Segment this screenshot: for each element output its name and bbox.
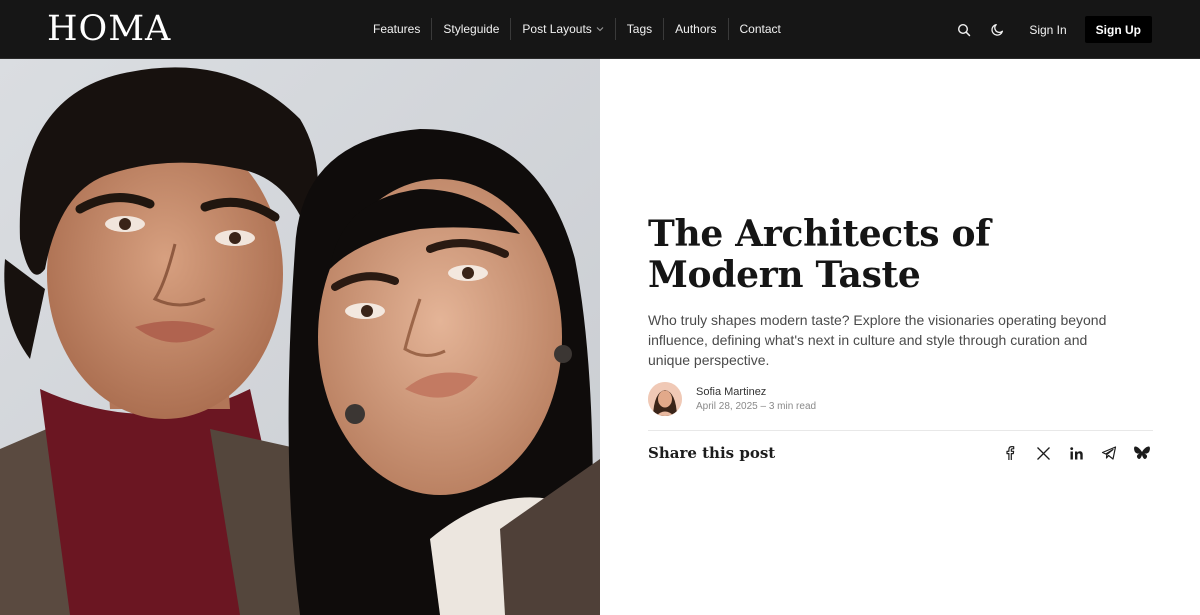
- nav-item-label: Authors: [675, 22, 717, 36]
- header-actions: Sign In Sign Up: [951, 16, 1152, 43]
- post-meta: April 28, 2025 – 3 min read: [696, 400, 817, 412]
- nav-item-label: Styleguide: [443, 22, 500, 36]
- search-icon[interactable]: [951, 17, 977, 43]
- sign-up-button[interactable]: Sign Up: [1084, 16, 1152, 43]
- nav-item-post-layouts[interactable]: Post Layouts: [510, 18, 614, 40]
- x-icon[interactable]: [1032, 442, 1054, 464]
- nav-item-label: Post Layouts: [522, 22, 592, 36]
- nav-item-authors[interactable]: Authors: [663, 18, 727, 40]
- share-section: Share this post: [648, 441, 1153, 465]
- nav-item-features[interactable]: Features: [362, 18, 431, 40]
- chevron-down-icon: [596, 26, 604, 32]
- author-info: Sofia Martinez April 28, 2025 – 3 min re…: [648, 382, 816, 416]
- main-nav: Features Styleguide Post Layouts Tags Au…: [362, 18, 792, 40]
- bluesky-icon[interactable]: [1131, 442, 1153, 464]
- sign-in-link[interactable]: Sign In: [1029, 23, 1066, 37]
- nav-item-tags[interactable]: Tags: [614, 18, 663, 40]
- divider: [648, 430, 1153, 431]
- post-title: The Architects of Modern Taste: [648, 213, 991, 296]
- share-icons: [988, 442, 1153, 464]
- nav-item-label: Features: [373, 22, 421, 36]
- moon-icon[interactable]: [984, 17, 1010, 43]
- telegram-icon[interactable]: [1098, 442, 1120, 464]
- author-name[interactable]: Sofia Martinez: [696, 385, 816, 399]
- nav-item-label: Contact: [739, 22, 781, 36]
- facebook-icon[interactable]: [999, 442, 1021, 464]
- nav-item-label: Tags: [626, 22, 653, 36]
- share-label: Share this post: [648, 444, 776, 462]
- site-logo[interactable]: HOMA: [47, 9, 171, 49]
- author-text: Sofia Martinez April 28, 2025 – 3 min re…: [696, 385, 816, 414]
- avatar[interactable]: [648, 382, 682, 416]
- nav-item-styleguide[interactable]: Styleguide: [431, 18, 510, 40]
- nav-item-contact[interactable]: Contact: [727, 18, 792, 40]
- top-navigation-bar: HOMA Features Styleguide Post Layouts Ta…: [0, 0, 1200, 59]
- hero-image: [0, 59, 600, 615]
- post-excerpt: Who truly shapes modern taste? Explore t…: [648, 312, 1107, 368]
- linkedin-icon[interactable]: [1065, 442, 1087, 464]
